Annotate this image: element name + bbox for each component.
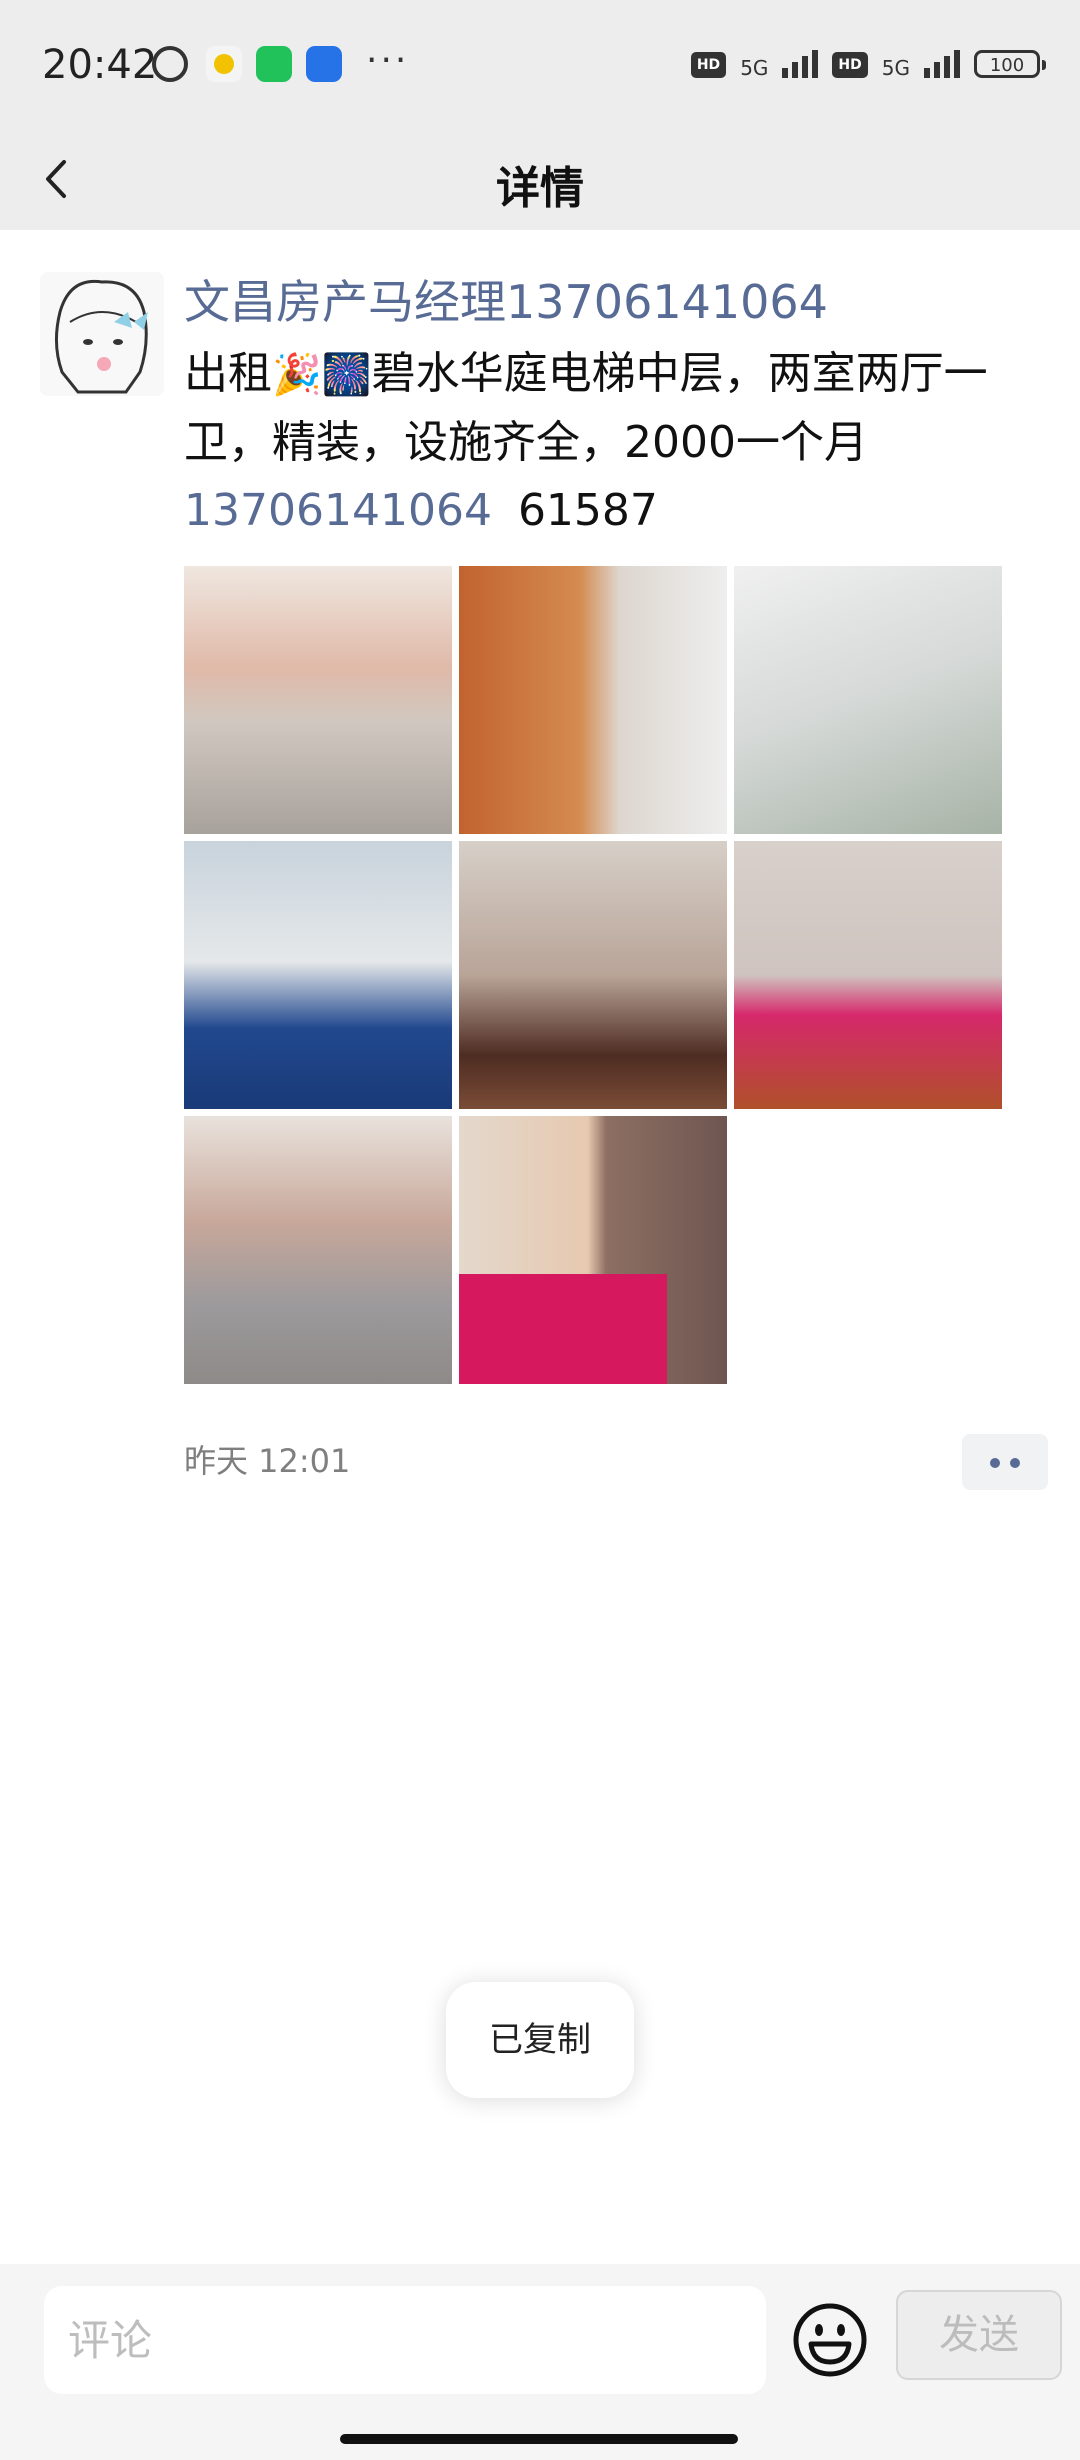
network-type: 5G: [740, 56, 769, 80]
status-time: 20:42: [42, 42, 158, 88]
copied-toast: 已复制: [446, 1982, 634, 2098]
post-text: 出租🎉🎆碧水华庭电梯中层，两室两厅一卫，精装，设施齐全，2000一个月 1370…: [184, 340, 1054, 545]
network-type-2: 5G: [881, 56, 910, 80]
signal-icon: [782, 46, 819, 78]
dot-icon: [1010, 1458, 1020, 1468]
more-notifications-icon: ···: [366, 40, 410, 81]
app-notification-icon: [206, 46, 242, 82]
smiley-icon: [793, 2303, 867, 2377]
comment-input[interactable]: [44, 2286, 766, 2394]
photo-thumbnail-3[interactable]: [734, 566, 1002, 834]
photo-thumbnail-1[interactable]: [184, 566, 452, 834]
photo-thumbnail-8[interactable]: [459, 1116, 727, 1384]
app-notification-icon-2: [306, 46, 342, 82]
post-timestamp: 昨天 12:01: [184, 1442, 351, 1480]
battery-icon: 100: [974, 50, 1046, 78]
photo-thumbnail-7[interactable]: [184, 1116, 452, 1384]
post-text-lead: 出租: [184, 348, 272, 399]
send-button[interactable]: 发送: [896, 2290, 1062, 2380]
status-bar: 20:42 ··· HD 5G HD 5G 100: [0, 0, 1080, 128]
alarm-icon: [152, 46, 188, 82]
photo-thumbnail-2[interactable]: [459, 566, 727, 834]
wechat-notification-icon: [256, 46, 292, 82]
photo-thumbnail-5[interactable]: [459, 841, 727, 1109]
hd-badge: HD: [690, 52, 727, 78]
page-title: 详情: [496, 163, 584, 214]
dot-icon: [990, 1458, 1000, 1468]
home-indicator[interactable]: [340, 2434, 738, 2444]
photo-thumbnail-4[interactable]: [184, 841, 452, 1109]
photo-thumbnail-6[interactable]: [734, 841, 1002, 1109]
avatar-image: [40, 272, 164, 396]
status-indicators: HD 5G HD 5G 100: [690, 46, 1046, 80]
post-actions-button[interactable]: [962, 1434, 1048, 1490]
nav-bar: 详情: [0, 128, 1080, 230]
signal-icon-2: [924, 46, 960, 78]
post-code: 61587: [517, 485, 658, 536]
party-emoji-icon: 🎉🎆: [272, 352, 372, 398]
phone-link[interactable]: 13706141064: [184, 485, 492, 536]
post-author[interactable]: 文昌房产马经理13706141064: [184, 266, 828, 332]
avatar[interactable]: [40, 272, 164, 396]
hd-badge-2: HD: [832, 52, 868, 78]
emoji-button[interactable]: [790, 2300, 870, 2380]
comment-bar: 发送: [0, 2264, 1080, 2460]
